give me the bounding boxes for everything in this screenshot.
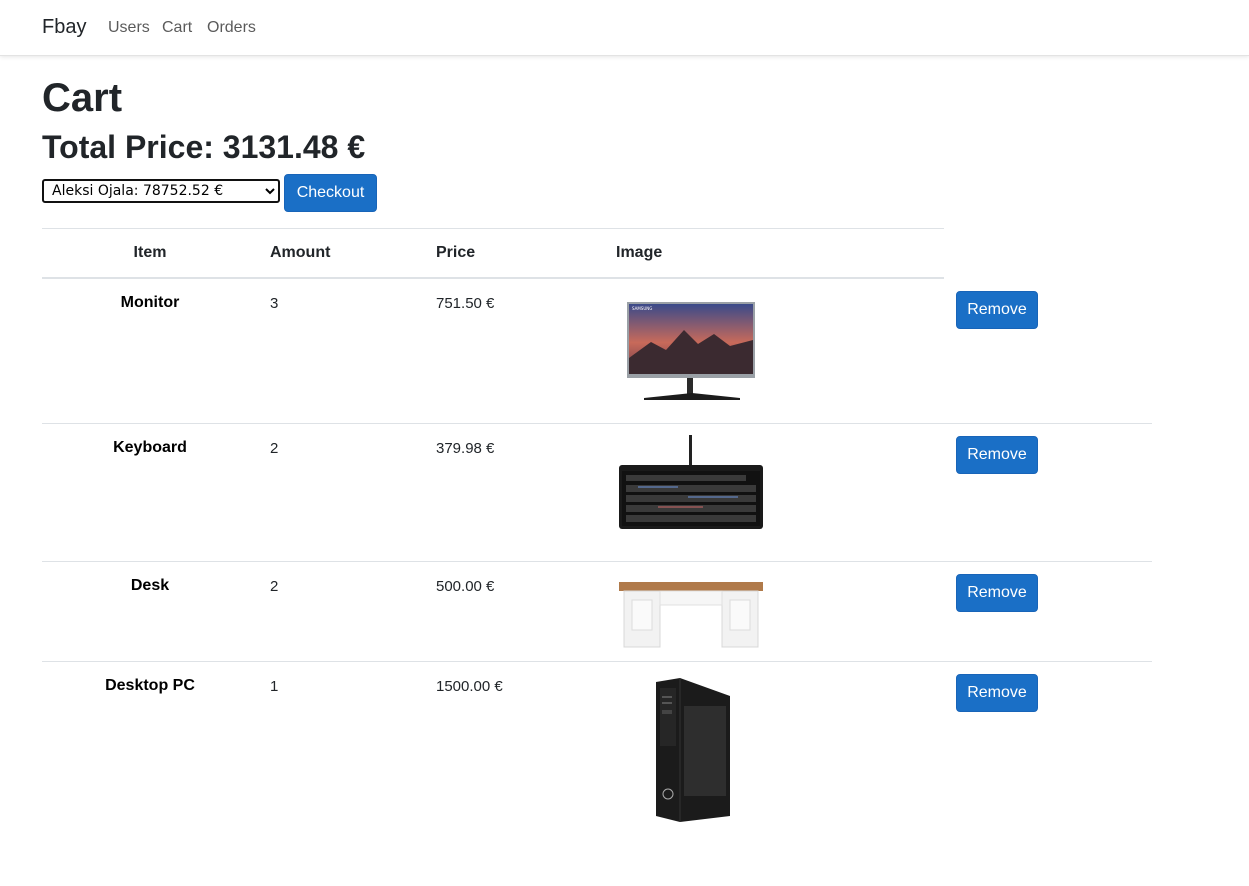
- desk-image: [618, 580, 764, 650]
- cell-amount: 2: [270, 578, 279, 595]
- remove-button[interactable]: Remove: [956, 674, 1038, 712]
- column-header-price: Price: [436, 244, 476, 261]
- nav-link-users[interactable]: Users: [108, 19, 150, 37]
- user-select[interactable]: Aleksi Ojala: 78752.52 €: [42, 179, 280, 203]
- cell-item: Monitor: [120, 294, 180, 311]
- remove-button[interactable]: Remove: [956, 574, 1038, 612]
- checkout-button[interactable]: Checkout: [284, 174, 377, 212]
- cell-item: Desk: [130, 577, 170, 594]
- column-header-image: Image: [616, 244, 663, 261]
- svg-text:SAMSUNG: SAMSUNG: [632, 306, 652, 311]
- cell-amount: 3: [270, 295, 279, 312]
- table-header-border-bottom: [42, 277, 944, 279]
- cell-item: Desktop PC: [105, 677, 195, 694]
- cell-item: Keyboard: [113, 439, 187, 456]
- remove-button[interactable]: Remove: [956, 291, 1038, 329]
- nav-link-cart[interactable]: Cart: [162, 19, 192, 37]
- brand-link[interactable]: Fbay: [42, 16, 86, 39]
- column-header-amount: Amount: [270, 244, 331, 261]
- cell-price: 751.50 €: [436, 295, 495, 312]
- navbar: Fbay Users Cart Orders: [0, 0, 1249, 56]
- cell-price: 500.00 €: [436, 578, 495, 595]
- nav-link-orders[interactable]: Orders: [207, 19, 256, 37]
- total-price: Total Price: 3131.48 €: [42, 129, 366, 165]
- row-divider: [42, 561, 1152, 562]
- row-divider: [42, 423, 1152, 424]
- page-title: Cart: [42, 76, 123, 120]
- cell-price: 1500.00 €: [436, 678, 503, 695]
- column-header-item: Item: [133, 244, 167, 261]
- row-divider: [42, 661, 1152, 662]
- cell-price: 379.98 €: [436, 440, 495, 457]
- desktop-pc-image: [650, 676, 734, 824]
- monitor-image: SAMSUNG: [626, 300, 758, 402]
- cell-amount: 2: [270, 440, 279, 457]
- table-header-border-top: [42, 228, 944, 229]
- keyboard-image: [618, 435, 764, 531]
- remove-button[interactable]: Remove: [956, 436, 1038, 474]
- cell-amount: 1: [270, 678, 279, 695]
